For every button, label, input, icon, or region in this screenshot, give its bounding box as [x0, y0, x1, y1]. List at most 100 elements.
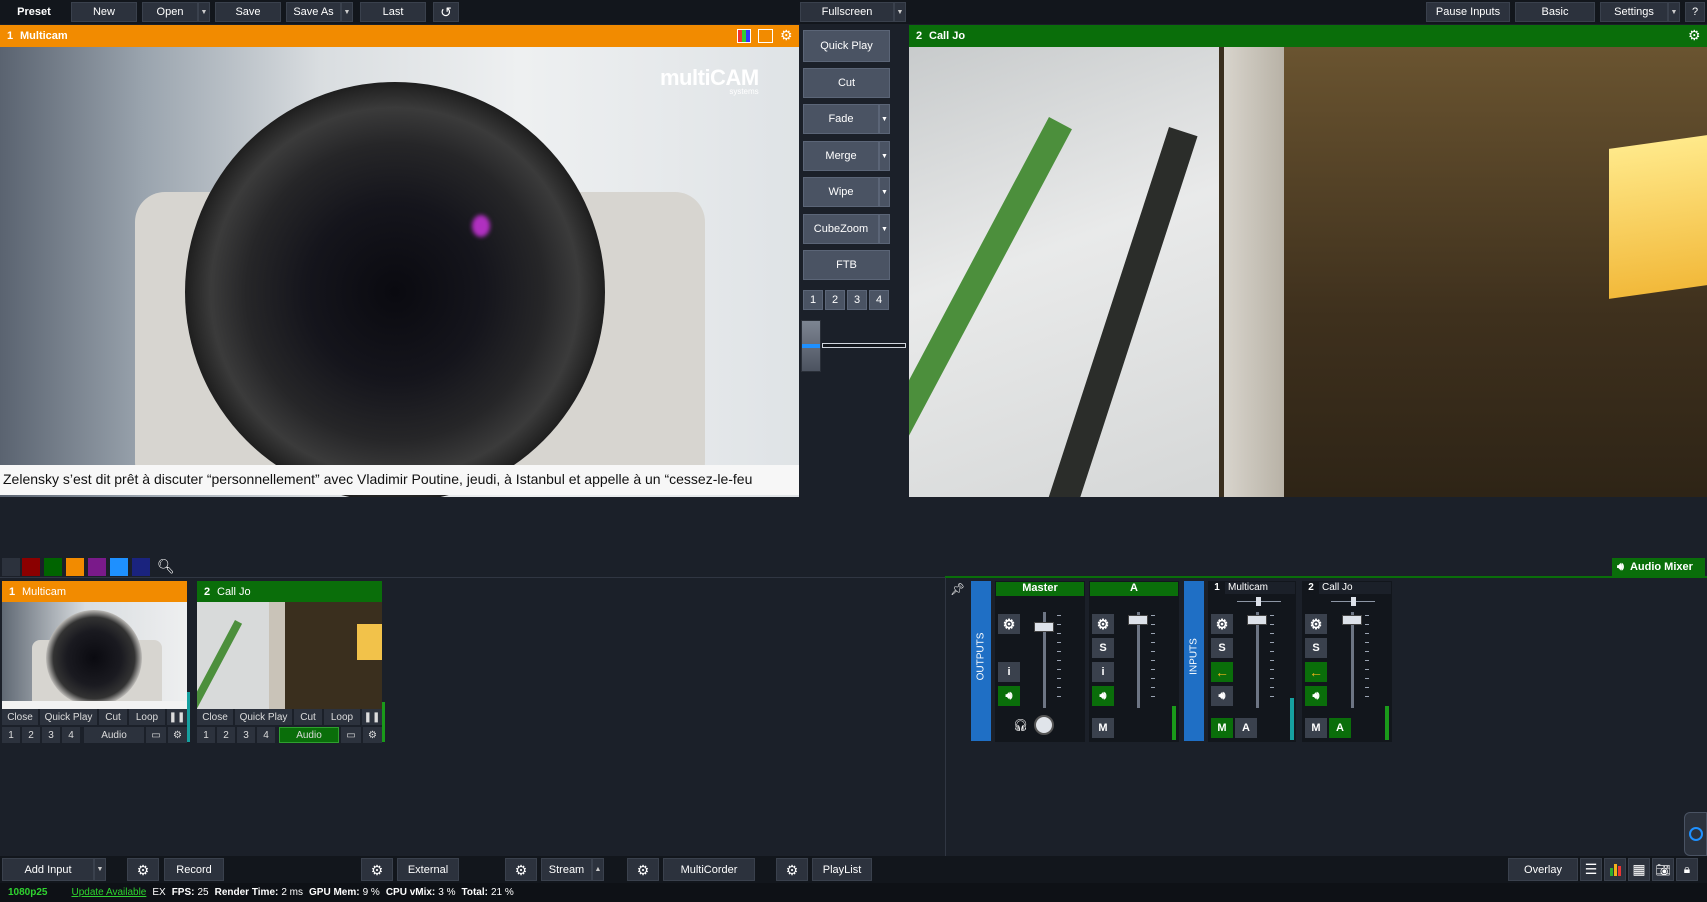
channel-1-m-bus[interactable]: M — [1211, 718, 1233, 738]
input-2-monitor-button[interactable]: ▭ — [341, 727, 361, 743]
channel-2-m-bus[interactable]: M — [1305, 718, 1327, 738]
input-1-settings-button[interactable]: ⚙ — [168, 727, 187, 743]
multicorder-button[interactable]: MultiCorder — [663, 858, 755, 881]
channel-1-a-bus[interactable]: A — [1235, 718, 1257, 738]
add-input-dropdown[interactable]: ▼ — [94, 858, 106, 881]
preview-gear-icon[interactable]: ⚙ — [780, 28, 793, 42]
input-1-thumbnail[interactable] — [2, 602, 187, 709]
layer-3-button[interactable]: 3 — [847, 290, 867, 310]
cubezoom-dropdown[interactable]: ▼ — [879, 214, 890, 244]
t-bar-handle[interactable] — [801, 320, 821, 372]
record-settings-button[interactable]: ⚙ — [127, 858, 159, 881]
new-button[interactable]: New — [71, 2, 137, 22]
stream-button[interactable]: Stream — [541, 858, 592, 881]
help-button[interactable]: ? — [1685, 2, 1705, 22]
input-1-monitor-button[interactable]: ▭ — [146, 727, 166, 743]
fullscreen-button[interactable]: Fullscreen — [800, 2, 894, 22]
layer-4-button[interactable]: 4 — [869, 290, 889, 310]
input-1-layer-3[interactable]: 3 — [42, 727, 60, 743]
playlist-button[interactable]: PlayList — [812, 858, 872, 881]
external-button[interactable]: External — [397, 858, 459, 881]
stream-dropdown[interactable]: ▲ — [592, 858, 604, 881]
basic-button[interactable]: Basic — [1515, 2, 1595, 22]
ftb-button[interactable]: FTB — [803, 250, 890, 280]
audio-meter-button[interactable] — [1604, 858, 1626, 881]
fade-dropdown[interactable]: ▼ — [879, 104, 890, 134]
multicorder-settings-button[interactable]: ⚙ — [627, 858, 659, 881]
list-view-button[interactable]: ☰ — [1580, 858, 1602, 881]
input-1-quick-play-button[interactable]: Quick Play — [40, 709, 97, 725]
channel-1-solo-button[interactable]: S — [1211, 638, 1233, 658]
stream-settings-button[interactable]: ⚙ — [505, 858, 537, 881]
input-1-layer-2[interactable]: 2 — [22, 727, 40, 743]
input-tab-green[interactable] — [44, 558, 62, 576]
input-2-layer-1[interactable]: 1 — [197, 727, 215, 743]
search-icon[interactable]: 🔍︎ — [157, 558, 175, 575]
input-1-layer-1[interactable]: 1 — [2, 727, 20, 743]
settings-button[interactable]: Settings — [1600, 2, 1668, 22]
master-mute-button[interactable]: 🔊︎ — [998, 686, 1020, 706]
bus-a-mute-button[interactable]: 🔊︎ — [1092, 686, 1114, 706]
pin-icon[interactable]: 📌︎ — [950, 582, 965, 596]
quick-play-button[interactable]: Quick Play — [803, 30, 890, 62]
input-2-layer-4[interactable]: 4 — [257, 727, 275, 743]
save-as-dropdown[interactable]: ▼ — [341, 2, 353, 22]
layer-2-button[interactable]: 2 — [825, 290, 845, 310]
input-2-pause-button[interactable]: ❚❚ — [362, 709, 382, 725]
input-2-close-button[interactable]: Close — [197, 709, 233, 725]
save-button[interactable]: Save — [215, 2, 281, 22]
input-2-header[interactable]: 2 Call Jo — [197, 581, 382, 602]
input-1-cut-button[interactable]: Cut — [99, 709, 127, 725]
input-1-header[interactable]: 1 Multicam — [2, 581, 187, 602]
multiview-button[interactable]: ▦ — [1628, 858, 1650, 881]
bus-a-solo-button[interactable]: S — [1092, 638, 1114, 658]
bus-a-info-button[interactable]: i — [1092, 662, 1114, 682]
fullscreen-dropdown[interactable]: ▼ — [894, 2, 906, 22]
bus-a-fader[interactable] — [1128, 615, 1148, 625]
lock-button[interactable]: 🔒︎ — [1676, 858, 1698, 881]
preset-button[interactable]: Preset — [2, 2, 66, 22]
wipe-button[interactable]: Wipe — [803, 177, 879, 207]
input-2-layer-3[interactable]: 3 — [237, 727, 255, 743]
cut-button[interactable]: Cut — [803, 68, 890, 98]
channel-2-fader[interactable] — [1342, 615, 1362, 625]
preview-video[interactable]: multiCAM systems Zelensky s’est dit prêt… — [0, 47, 799, 497]
wipe-dropdown[interactable]: ▼ — [879, 177, 890, 207]
channel-1-balance[interactable] — [1256, 597, 1261, 606]
bus-a-m-button[interactable]: M — [1092, 718, 1114, 738]
input-2-layer-2[interactable]: 2 — [217, 727, 235, 743]
merge-dropdown[interactable]: ▼ — [879, 141, 890, 171]
side-panel-handle[interactable] — [1684, 812, 1707, 856]
input-1-pause-button[interactable]: ❚❚ — [167, 709, 187, 725]
external-settings-button[interactable]: ⚙ — [361, 858, 393, 881]
record-button[interactable]: Record — [164, 858, 224, 881]
input-tab-all[interactable] — [2, 558, 20, 576]
output-gear-icon[interactable]: ⚙ — [1688, 28, 1701, 42]
headphones-icon[interactable]: 🎧︎ — [1013, 718, 1028, 732]
channel-1-fader[interactable] — [1247, 615, 1267, 625]
master-fader[interactable] — [1034, 622, 1054, 632]
settings-dropdown[interactable]: ▼ — [1668, 2, 1680, 22]
cubezoom-button[interactable]: CubeZoom — [803, 214, 879, 244]
playlist-settings-button[interactable]: ⚙ — [776, 858, 808, 881]
channel-2-mute-button[interactable]: 🔊︎ — [1305, 686, 1327, 706]
channel-1-mute-button[interactable]: 🔊︎ — [1211, 686, 1233, 706]
master-volume-knob[interactable] — [1034, 715, 1054, 735]
input-tab-orange[interactable] — [66, 558, 84, 576]
channel-2-route-button[interactable]: ← — [1305, 662, 1327, 682]
last-button[interactable]: Last — [360, 2, 426, 22]
input-2-audio-button[interactable]: Audio — [279, 727, 339, 743]
input-1-audio-button[interactable]: Audio — [84, 727, 144, 743]
master-info-button[interactable]: i — [998, 662, 1020, 682]
overlay-button[interactable]: Overlay — [1508, 858, 1578, 881]
input-2-thumbnail[interactable] — [197, 602, 382, 709]
channel-2-a-bus[interactable]: A — [1329, 718, 1351, 738]
input-tab-purple[interactable] — [88, 558, 106, 576]
input-2-settings-button[interactable]: ⚙ — [363, 727, 382, 743]
input-2-quick-play-button[interactable]: Quick Play — [235, 709, 292, 725]
channel-2-solo-button[interactable]: S — [1305, 638, 1327, 658]
open-button[interactable]: Open — [142, 2, 198, 22]
channel-2-settings-button[interactable]: ⚙ — [1305, 614, 1327, 634]
input-tab-navy[interactable] — [132, 558, 150, 576]
input-1-close-button[interactable]: Close — [2, 709, 38, 725]
